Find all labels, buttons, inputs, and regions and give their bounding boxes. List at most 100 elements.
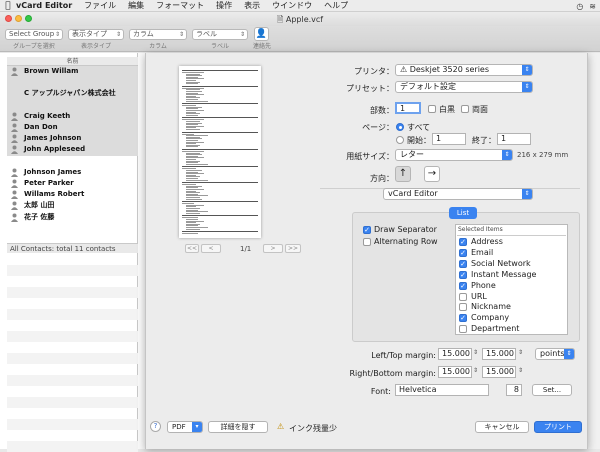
bottom-margin-field[interactable]: 15.000 <box>482 366 516 378</box>
help-button[interactable]: ? <box>150 421 161 432</box>
left-margin-field[interactable]: 15.000 <box>438 348 472 360</box>
cancel-button[interactable]: キャンセル <box>475 421 529 433</box>
contact-row[interactable] <box>7 77 138 89</box>
font-label: Font: <box>370 387 391 396</box>
menu-window[interactable]: ウインドウ <box>272 0 312 11</box>
menu-format[interactable]: フォーマット <box>156 0 204 11</box>
pages-all-radio[interactable] <box>396 123 404 131</box>
right-margin-field[interactable]: 15.000 <box>438 366 472 378</box>
display-type-caption: 表示タイプ <box>80 43 111 50</box>
last-page-button[interactable]: >> <box>285 244 301 253</box>
stepper-icon[interactable]: ⇕ <box>473 349 478 356</box>
print-button[interactable]: プリント <box>534 421 582 433</box>
pages-range-radio[interactable] <box>396 136 404 144</box>
item-checkbox[interactable] <box>459 292 467 301</box>
contact-row[interactable]: C アップルジャパン株式会社 <box>7 88 138 100</box>
menu-help[interactable]: ヘルプ <box>324 0 348 11</box>
printer-popup[interactable]: ⚠ Deskjet 3520 series ⇕ <box>395 64 533 76</box>
contact-row[interactable]: 花子 佐藤 <box>7 212 138 223</box>
stepper-icon[interactable]: ⇕ <box>518 349 523 356</box>
item-checkbox[interactable]: ✓ <box>459 248 467 257</box>
contact-row[interactable]: Peter Parker <box>7 178 138 189</box>
duplex-checkbox[interactable] <box>461 105 469 113</box>
time-machine-icon[interactable]: ◷ <box>576 2 583 11</box>
select-group-popup[interactable]: Select Group ⇕ <box>5 29 63 40</box>
paper-size-popup[interactable]: レター ⇕ <box>395 149 513 161</box>
menu-edit[interactable]: 編集 <box>128 0 144 11</box>
item-checkbox[interactable]: ✓ <box>459 314 467 323</box>
wifi-icon[interactable]: ≋ <box>589 2 596 11</box>
item-label: Address <box>471 237 503 246</box>
portrait-orientation-button[interactable]: ↑ <box>395 166 411 182</box>
landscape-orientation-button[interactable]: → <box>424 166 440 182</box>
printer-value: Deskjet 3520 series <box>409 65 490 74</box>
previous-page-button[interactable]: < <box>201 244 221 253</box>
contact-row[interactable]: Johnson James <box>7 167 138 178</box>
label-popup[interactable]: ラベル ⇕ <box>192 29 248 40</box>
preset-popup[interactable]: デフォルト設定 ⇕ <box>395 81 533 93</box>
contact-row[interactable]: Brown Willam <box>7 66 138 78</box>
display-type-popup[interactable]: 表示タイプ ⇕ <box>68 29 124 40</box>
item-checkbox[interactable] <box>459 303 467 312</box>
top-margin-field[interactable]: 15.000 <box>482 348 516 360</box>
contact-button[interactable]: 👤 <box>254 27 269 41</box>
scrollbar[interactable] <box>588 53 600 449</box>
name-column-header[interactable]: 名前 <box>7 57 138 66</box>
item-checkbox[interactable]: ✓ <box>459 238 467 246</box>
bw-checkbox[interactable] <box>428 105 436 113</box>
selected-item-row[interactable]: URL <box>459 292 487 303</box>
contact-name: Willams Robert <box>24 190 85 199</box>
item-checkbox[interactable]: ✓ <box>459 281 467 290</box>
contact-row[interactable]: 太郎 山田 <box>7 200 138 211</box>
item-checkbox[interactable]: ✓ <box>459 270 467 279</box>
selected-item-row[interactable]: Nickname <box>459 302 511 313</box>
empty-row <box>7 397 138 408</box>
alternating-row-checkbox[interactable] <box>363 238 371 246</box>
hide-details-button[interactable]: 詳細を隠す <box>208 421 268 433</box>
copies-field[interactable]: 1 <box>395 102 421 114</box>
contact-name: James Johnson <box>24 134 82 143</box>
contact-row[interactable]: Dan Don <box>7 122 138 134</box>
selected-item-row[interactable]: Department <box>459 324 519 335</box>
item-checkbox[interactable]: ✓ <box>459 259 467 268</box>
menu-app-name[interactable]: vCard Editor <box>16 1 72 10</box>
menu-file[interactable]: ファイル <box>84 0 116 11</box>
first-page-button[interactable]: << <box>185 244 199 253</box>
units-popup[interactable]: points ⇕ <box>535 348 575 360</box>
apple-icon[interactable]:  <box>0 1 16 11</box>
preview-text-line <box>182 233 198 235</box>
selected-item-row[interactable]: ✓ Instant Message <box>459 270 536 281</box>
contact-row[interactable] <box>7 99 138 111</box>
paper-size-value: レター <box>400 150 424 159</box>
menu-view[interactable]: 表示 <box>244 0 260 11</box>
contact-row[interactable]: James Johnson <box>7 133 138 145</box>
set-font-button[interactable]: Set... <box>532 384 572 396</box>
stepper-icon[interactable]: ⇕ <box>473 367 478 374</box>
column-popup[interactable]: カラム ⇕ <box>129 29 187 40</box>
from-field[interactable]: 1 <box>432 133 466 145</box>
contact-name: Dan Don <box>24 123 58 131</box>
stepper-icon[interactable]: ⇕ <box>518 367 523 374</box>
selected-item-row[interactable]: ✓ Email <box>459 248 493 259</box>
contact-row[interactable] <box>7 156 138 167</box>
document-icon: 🗎 <box>276 15 284 24</box>
item-checkbox[interactable] <box>459 325 467 334</box>
selected-item-row[interactable]: ✓ Social Network <box>459 259 531 270</box>
selected-item-row[interactable]: ✓ Company <box>459 313 509 324</box>
contact-person-icon <box>11 213 18 222</box>
menu-action[interactable]: 操作 <box>216 0 232 11</box>
selected-item-row[interactable]: ✓ Address <box>459 237 503 248</box>
list-tab[interactable]: List <box>449 207 477 219</box>
contact-row[interactable]: John Appleseed <box>7 144 138 156</box>
selected-item-row[interactable]: ✓ Phone <box>459 281 496 292</box>
preset-label: プリセット： <box>346 84 394 93</box>
draw-separator-checkbox[interactable]: ✓ <box>363 226 371 234</box>
pdf-menu-button[interactable]: PDF ▾ <box>167 421 203 433</box>
preview-text-line <box>186 114 198 116</box>
contact-row[interactable]: Willams Robert <box>7 189 138 200</box>
section-popup[interactable]: vCard Editor ⇕ <box>383 188 533 200</box>
next-page-button[interactable]: > <box>263 244 283 253</box>
to-field[interactable]: 1 <box>497 133 531 145</box>
warning-icon: ⚠ <box>277 422 285 431</box>
contact-row[interactable]: Craig Keeth <box>7 110 138 122</box>
